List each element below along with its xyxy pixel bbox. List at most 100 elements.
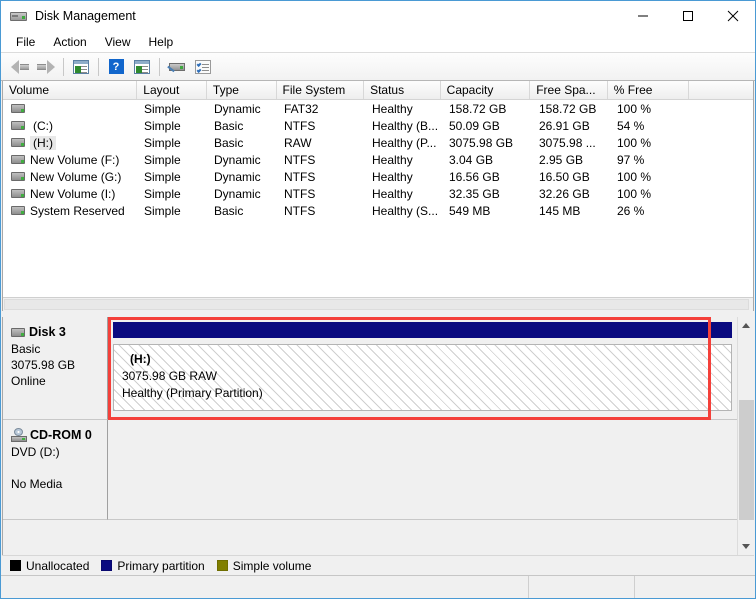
- back-button[interactable]: [7, 55, 33, 79]
- show-hide-action-pane-button[interactable]: [129, 55, 155, 79]
- chevron-down-icon: [742, 544, 750, 549]
- cell-file-system: NTFS: [278, 187, 366, 201]
- cell-percent-free: 26 %: [611, 204, 693, 218]
- disk-partition-area: (H:) 3075.98 GB RAW Healthy (Primary Par…: [108, 317, 737, 420]
- cell-layout: Simple: [138, 204, 208, 218]
- disk-management-icon: [10, 9, 27, 23]
- menu-item-help[interactable]: Help: [140, 33, 183, 51]
- volume-name: New Volume (G:): [30, 170, 121, 184]
- rescan-disks-button[interactable]: [164, 55, 190, 79]
- cell-layout: Simple: [138, 187, 208, 201]
- column-header-free-space[interactable]: Free Spa...: [530, 81, 608, 99]
- cdrom-drive-letter: DVD (D:): [11, 444, 107, 460]
- column-header-type[interactable]: Type: [207, 81, 277, 99]
- menu-item-file[interactable]: File: [7, 33, 44, 51]
- cell-type: Basic: [208, 136, 278, 150]
- arrow-right-icon: [37, 60, 55, 74]
- cell-free-space: 158.72 GB: [533, 102, 611, 116]
- maximize-icon[interactable]: [665, 1, 710, 31]
- cell-file-system: FAT32: [278, 102, 366, 116]
- column-header-status[interactable]: Status: [364, 81, 441, 99]
- cell-file-system: RAW: [278, 136, 366, 150]
- chevron-up-icon: [742, 323, 750, 328]
- properties-button[interactable]: [190, 55, 216, 79]
- table-row[interactable]: (H:) Simple Basic RAW Healthy (P... 3075…: [3, 134, 753, 151]
- disk-status: Online: [11, 373, 107, 389]
- disk-row-cdrom0[interactable]: CD-ROM 0 DVD (D:) No Media: [3, 420, 737, 520]
- scroll-up-button[interactable]: [738, 317, 755, 334]
- table-row[interactable]: System Reserved Simple Basic NTFS Health…: [3, 202, 753, 219]
- cell-free-space: 32.26 GB: [533, 187, 611, 201]
- arrow-left-icon: [11, 60, 29, 74]
- disk-name: Disk 3: [29, 325, 66, 339]
- scrollbar-thumb[interactable]: [4, 299, 749, 310]
- cell-capacity: 50.09 GB: [443, 119, 533, 133]
- close-icon[interactable]: [710, 1, 755, 31]
- scrollbar-thumb[interactable]: [739, 400, 754, 520]
- cell-status: Healthy: [366, 153, 443, 167]
- help-button[interactable]: ?: [103, 55, 129, 79]
- cell-free-space: 26.91 GB: [533, 119, 611, 133]
- column-header-file-system[interactable]: File System: [277, 81, 365, 99]
- column-header-volume[interactable]: Volume: [3, 81, 137, 99]
- cell-volume: [3, 104, 138, 113]
- column-header-extra[interactable]: [689, 81, 753, 99]
- disk-list: Disk 3 Basic 3075.98 GB Online (H:) 3075…: [3, 317, 737, 555]
- drive-icon: [11, 155, 25, 164]
- partition-block[interactable]: (H:) 3075.98 GB RAW Healthy (Primary Par…: [113, 322, 732, 411]
- toolbar-separator: [159, 58, 160, 76]
- toolbar: ?: [1, 53, 755, 81]
- disk-graphical-pane: Disk 3 Basic 3075.98 GB Online (H:) 3075…: [2, 317, 754, 555]
- cell-file-system: NTFS: [278, 153, 366, 167]
- cell-status: Healthy (S...: [366, 204, 443, 218]
- cdrom-icon: [11, 428, 27, 442]
- volume-name: (H:): [30, 136, 56, 150]
- cell-volume: (H:): [3, 136, 138, 150]
- scroll-down-button[interactable]: [738, 538, 755, 555]
- disk-row-disk3[interactable]: Disk 3 Basic 3075.98 GB Online (H:) 3075…: [3, 317, 737, 420]
- disk-panel-vertical-scrollbar[interactable]: [737, 317, 754, 555]
- column-header-layout[interactable]: Layout: [137, 81, 207, 99]
- menu-item-view[interactable]: View: [96, 33, 140, 51]
- volume-list-horizontal-scrollbar[interactable]: [3, 297, 753, 311]
- minimize-icon[interactable]: [620, 1, 665, 31]
- disk-info-cdrom0[interactable]: CD-ROM 0 DVD (D:) No Media: [3, 420, 108, 520]
- cell-layout: Simple: [138, 153, 208, 167]
- scrollbar-track[interactable]: [738, 334, 755, 538]
- table-row[interactable]: New Volume (G:) Simple Dynamic NTFS Heal…: [3, 168, 753, 185]
- disk-name: CD-ROM 0: [30, 428, 92, 442]
- volume-list-pane: Volume Layout Type File System Status Ca…: [2, 81, 754, 311]
- disk-info-disk3[interactable]: Disk 3 Basic 3075.98 GB Online: [3, 317, 108, 420]
- status-cell-two: [529, 576, 635, 598]
- table-row[interactable]: New Volume (I:) Simple Dynamic NTFS Heal…: [3, 185, 753, 202]
- cell-volume: New Volume (I:): [3, 187, 138, 201]
- cell-status: Healthy: [366, 170, 443, 184]
- partition-details[interactable]: (H:) 3075.98 GB RAW Healthy (Primary Par…: [113, 344, 732, 411]
- cell-type: Dynamic: [208, 102, 278, 116]
- status-cell-three: [635, 576, 755, 598]
- cdrom-status: No Media: [11, 476, 107, 492]
- legend-swatch: [217, 560, 228, 571]
- column-header-capacity[interactable]: Capacity: [441, 81, 531, 99]
- cell-layout: Simple: [138, 170, 208, 184]
- legend-item-simple-volume: Simple volume: [217, 559, 312, 573]
- cell-type: Dynamic: [208, 187, 278, 201]
- menu-item-action[interactable]: Action: [44, 33, 95, 51]
- cell-volume: New Volume (G:): [3, 170, 138, 184]
- table-row[interactable]: Simple Dynamic FAT32 Healthy 158.72 GB 1…: [3, 100, 753, 117]
- cell-layout: Simple: [138, 136, 208, 150]
- question-mark-icon: ?: [109, 59, 124, 74]
- show-hide-console-tree-button[interactable]: [68, 55, 94, 79]
- table-row[interactable]: New Volume (F:) Simple Dynamic NTFS Heal…: [3, 151, 753, 168]
- cell-percent-free: 100 %: [611, 102, 693, 116]
- drive-icon: [11, 206, 25, 215]
- column-header-percent-free[interactable]: % Free: [608, 81, 690, 99]
- forward-button[interactable]: [33, 55, 59, 79]
- volume-name: System Reserved: [30, 204, 125, 218]
- cdrom-spacer: [11, 460, 107, 476]
- cell-capacity: 549 MB: [443, 204, 533, 218]
- disk-capacity: 3075.98 GB: [11, 357, 107, 373]
- table-row[interactable]: (C:) Simple Basic NTFS Healthy (B... 50.…: [3, 117, 753, 134]
- legend-label: Unallocated: [26, 559, 89, 573]
- cell-percent-free: 54 %: [611, 119, 693, 133]
